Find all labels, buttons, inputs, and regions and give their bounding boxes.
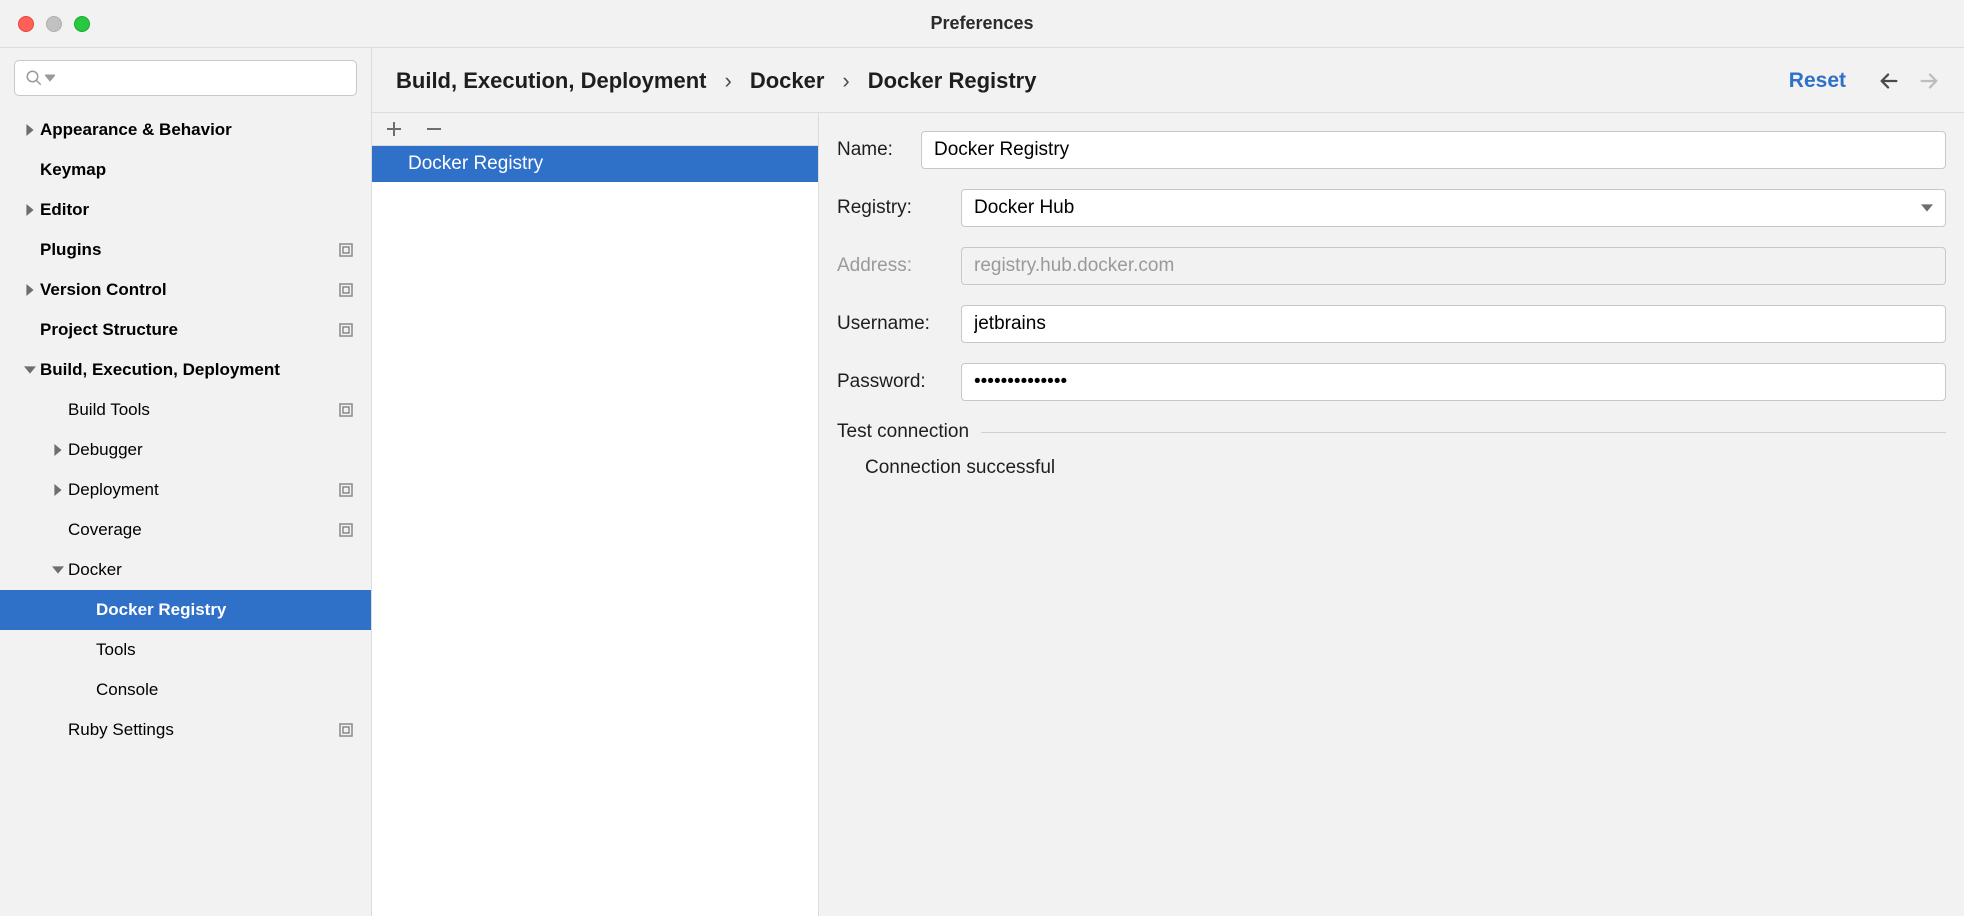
forward-button[interactable] xyxy=(1918,70,1940,92)
expand-arrow-icon[interactable] xyxy=(48,444,68,456)
project-level-badge-icon xyxy=(335,723,357,737)
back-button[interactable] xyxy=(1878,70,1900,92)
password-field[interactable] xyxy=(961,363,1946,401)
sidebar-item[interactable]: Build Tools xyxy=(0,390,371,430)
sidebar-item-label: Coverage xyxy=(68,520,335,540)
registry-label: Registry: xyxy=(837,197,961,219)
sidebar-item-label: Build, Execution, Deployment xyxy=(40,360,335,380)
sidebar-item-label: Console xyxy=(96,680,335,700)
sidebar-item-label: Keymap xyxy=(40,160,335,180)
chevron-right-icon: › xyxy=(842,68,849,94)
sidebar-item[interactable]: Ruby Settings xyxy=(0,710,371,750)
sidebar-item[interactable]: Docker Registry xyxy=(0,590,371,630)
sidebar-item[interactable]: Debugger xyxy=(0,430,371,470)
breadcrumb-item[interactable]: Docker xyxy=(750,68,825,94)
breadcrumb: Build, Execution, Deployment › Docker › … xyxy=(372,48,1964,112)
chevron-down-icon xyxy=(1921,202,1933,214)
registry-list-panel: Docker Registry xyxy=(372,112,819,916)
sidebar-item-label: Appearance & Behavior xyxy=(40,120,335,140)
expand-arrow-icon[interactable] xyxy=(48,484,68,496)
add-button[interactable] xyxy=(386,121,402,137)
address-label: Address: xyxy=(837,255,961,277)
sidebar-item-label: Docker Registry xyxy=(96,600,335,620)
expand-arrow-icon[interactable] xyxy=(20,364,40,376)
test-connection-section: Test connection xyxy=(837,421,1946,443)
search-icon xyxy=(25,69,43,87)
sidebar-item-label: Editor xyxy=(40,200,335,220)
search-input[interactable] xyxy=(14,60,357,96)
expand-arrow-icon[interactable] xyxy=(20,124,40,136)
test-connection-label: Test connection xyxy=(837,421,969,443)
project-level-badge-icon xyxy=(335,323,357,337)
breadcrumb-item[interactable]: Docker Registry xyxy=(868,68,1037,94)
project-level-badge-icon xyxy=(335,243,357,257)
name-field[interactable] xyxy=(921,131,1946,169)
chevron-right-icon: › xyxy=(724,68,731,94)
sidebar-item-label: Version Control xyxy=(40,280,335,300)
sidebar: Appearance & Behavior Keymap Editor Plugins… xyxy=(0,48,372,916)
sidebar-item[interactable]: Version Control xyxy=(0,270,371,310)
settings-tree: Appearance & Behavior Keymap Editor Plugins… xyxy=(0,106,371,916)
titlebar: Preferences xyxy=(0,0,1964,48)
sidebar-item[interactable]: Plugins xyxy=(0,230,371,270)
name-label: Name: xyxy=(837,139,921,161)
registry-list: Docker Registry xyxy=(372,146,818,916)
password-label: Password: xyxy=(837,371,961,393)
breadcrumb-item[interactable]: Build, Execution, Deployment xyxy=(396,68,706,94)
traffic-lights xyxy=(0,16,90,32)
sidebar-item-label: Ruby Settings xyxy=(68,720,335,740)
sidebar-item-label: Debugger xyxy=(68,440,335,460)
project-level-badge-icon xyxy=(335,483,357,497)
sidebar-item[interactable]: Console xyxy=(0,670,371,710)
search-history-dropdown-icon[interactable] xyxy=(45,73,55,83)
registry-select-value: Docker Hub xyxy=(974,197,1074,219)
sidebar-item-label: Tools xyxy=(96,640,335,660)
address-field xyxy=(961,247,1946,285)
sidebar-item[interactable]: Tools xyxy=(0,630,371,670)
sidebar-item-label: Build Tools xyxy=(68,400,335,420)
sidebar-item[interactable]: Project Structure xyxy=(0,310,371,350)
expand-arrow-icon[interactable] xyxy=(48,564,68,576)
username-field[interactable] xyxy=(961,305,1946,343)
sidebar-item[interactable]: Build, Execution, Deployment xyxy=(0,350,371,390)
project-level-badge-icon xyxy=(335,283,357,297)
window-title: Preferences xyxy=(0,13,1964,34)
minimize-window-button[interactable] xyxy=(46,16,62,32)
sidebar-item[interactable]: Keymap xyxy=(0,150,371,190)
sidebar-item[interactable]: Docker xyxy=(0,550,371,590)
sidebar-item[interactable]: Editor xyxy=(0,190,371,230)
project-level-badge-icon xyxy=(335,403,357,417)
sidebar-item[interactable]: Appearance & Behavior xyxy=(0,110,371,150)
remove-button[interactable] xyxy=(426,121,442,137)
close-window-button[interactable] xyxy=(18,16,34,32)
registry-list-item[interactable]: Docker Registry xyxy=(372,146,818,182)
reset-button[interactable]: Reset xyxy=(1789,69,1846,93)
registry-form: Name: Registry: Docker Hub Address: User… xyxy=(819,112,1964,916)
sidebar-item-label: Docker xyxy=(68,560,335,580)
sidebar-item[interactable]: Coverage xyxy=(0,510,371,550)
project-level-badge-icon xyxy=(335,523,357,537)
expand-arrow-icon[interactable] xyxy=(20,284,40,296)
sidebar-item[interactable]: Deployment xyxy=(0,470,371,510)
expand-arrow-icon[interactable] xyxy=(20,204,40,216)
sidebar-item-label: Project Structure xyxy=(40,320,335,340)
sidebar-item-label: Plugins xyxy=(40,240,335,260)
registry-toolbar xyxy=(372,112,818,146)
maximize-window-button[interactable] xyxy=(74,16,90,32)
username-label: Username: xyxy=(837,313,961,335)
content-area: Build, Execution, Deployment › Docker › … xyxy=(372,48,1964,916)
sidebar-item-label: Deployment xyxy=(68,480,335,500)
registry-select[interactable]: Docker Hub xyxy=(961,189,1946,227)
connection-status: Connection successful xyxy=(837,457,1946,479)
